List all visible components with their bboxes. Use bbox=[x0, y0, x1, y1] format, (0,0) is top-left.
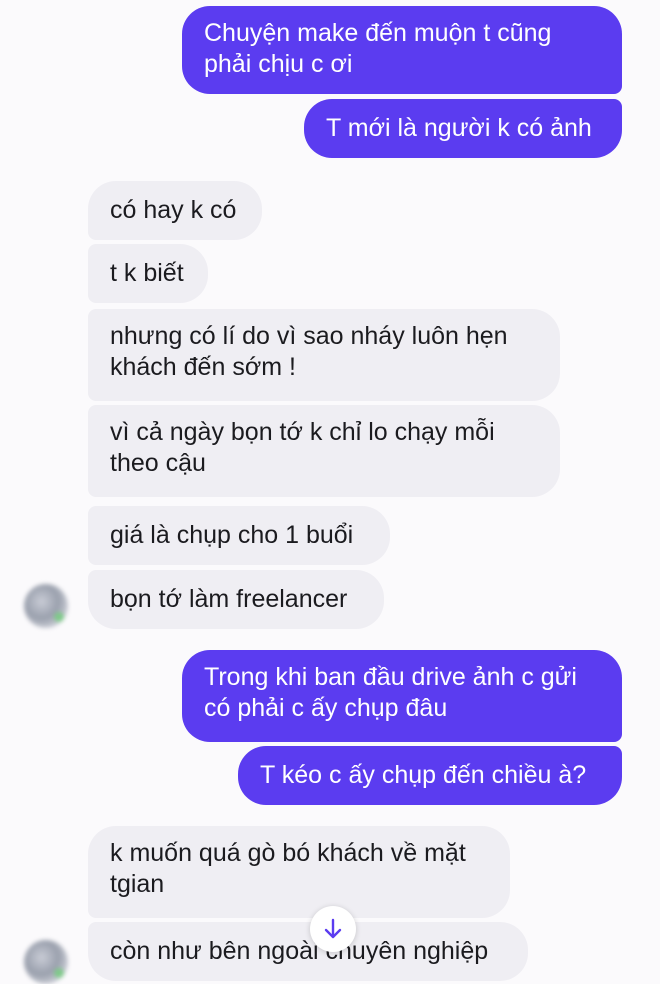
incoming-message[interactable]: nhưng có lí do vì sao nháy luôn hẹn khác… bbox=[88, 309, 560, 401]
outgoing-message[interactable]: Trong khi ban đầu drive ảnh c gửi có phả… bbox=[182, 650, 622, 742]
outgoing-message[interactable]: T kéo c ấy chụp đến chiều à? bbox=[238, 746, 622, 805]
contact-avatar[interactable] bbox=[24, 940, 68, 984]
incoming-message[interactable]: t k biết bbox=[88, 244, 208, 303]
incoming-message[interactable]: vì cả ngày bọn tớ k chỉ lo chạy mỗi theo… bbox=[88, 405, 560, 497]
incoming-message[interactable]: k muốn quá gò bó khách về mặt tgian bbox=[88, 826, 510, 918]
contact-avatar[interactable] bbox=[24, 584, 68, 628]
incoming-message[interactable]: còn như bên ngoài chuyên nghiệp bbox=[88, 922, 528, 981]
outgoing-message[interactable]: Chuyện make đến muộn t cũng phải chịu c … bbox=[182, 6, 622, 94]
incoming-message[interactable]: có hay k có bbox=[88, 181, 262, 240]
scroll-to-bottom-button[interactable] bbox=[310, 906, 356, 952]
arrow-down-icon bbox=[324, 918, 342, 939]
incoming-message[interactable]: giá là chụp cho 1 buổi bbox=[88, 506, 390, 565]
incoming-message[interactable]: bọn tớ làm freelancer bbox=[88, 570, 384, 629]
chat-thread: Chuyện make đến muộn t cũng phải chịu c … bbox=[0, 0, 660, 984]
outgoing-message[interactable]: T mới là người k có ảnh bbox=[304, 99, 622, 158]
